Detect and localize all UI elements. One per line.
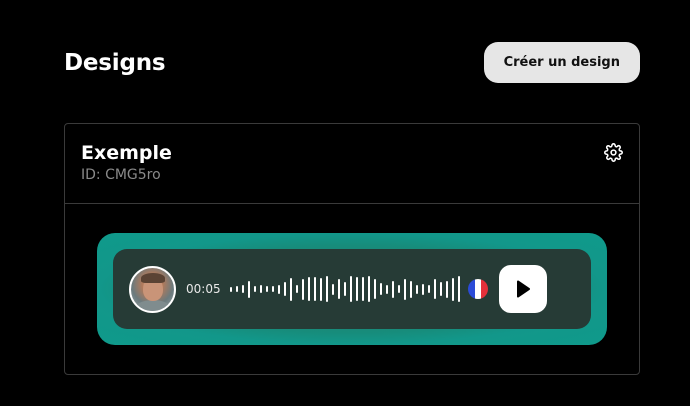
waveform-bar — [302, 278, 304, 300]
waveform-bar — [350, 276, 352, 302]
play-button[interactable] — [499, 265, 547, 313]
waveform-bar — [374, 279, 376, 299]
waveform-bar — [452, 277, 454, 301]
waveform-bar — [260, 285, 262, 293]
voice-message-preview: 00:05 — [97, 233, 607, 345]
waveform-bar — [392, 280, 394, 298]
waveform-bar — [308, 277, 310, 301]
waveform-bar — [338, 279, 340, 299]
france-flag-icon — [468, 279, 488, 299]
waveform-bar — [434, 279, 436, 299]
waveform-bar — [248, 280, 250, 298]
waveform-bar — [386, 284, 388, 294]
waveform-bar — [404, 278, 406, 300]
waveform-bar — [332, 283, 334, 295]
waveform-bar — [428, 285, 430, 293]
waveform-bar — [398, 285, 400, 293]
waveform-bar — [290, 277, 292, 301]
audio-waveform[interactable] — [230, 274, 460, 304]
audio-player: 00:05 — [113, 249, 591, 329]
waveform-bar — [326, 276, 328, 302]
waveform-bar — [320, 277, 322, 301]
design-id: ID: CMG5ro — [81, 167, 161, 183]
waveform-bar — [416, 284, 418, 294]
create-design-button[interactable]: Créer un design — [483, 42, 640, 83]
waveform-bar — [296, 285, 298, 293]
gear-icon[interactable] — [604, 143, 623, 162]
waveform-bar — [278, 284, 280, 294]
avatar — [129, 265, 176, 313]
waveform-bar — [254, 286, 256, 292]
waveform-bar — [272, 286, 274, 292]
page-header: Designs Créer un design — [64, 42, 640, 83]
waveform-bar — [410, 280, 412, 298]
waveform-bar — [344, 282, 346, 296]
waveform-bar — [236, 286, 238, 292]
waveform-bar — [458, 276, 460, 302]
waveform-bar — [380, 283, 382, 295]
design-card-header: Exemple ID: CMG5ro — [65, 124, 639, 204]
waveform-bar — [284, 282, 286, 296]
waveform-bar — [356, 277, 358, 301]
waveform-bar — [266, 286, 268, 292]
designs-page: Designs Créer un design Exemple ID: CMG5… — [0, 0, 690, 406]
waveform-bar — [314, 277, 316, 301]
page-title: Designs — [64, 49, 166, 76]
waveform-bar — [440, 282, 442, 296]
waveform-bar — [230, 286, 232, 292]
design-card[interactable]: Exemple ID: CMG5ro 00:05 — [64, 123, 640, 375]
play-icon — [517, 280, 530, 298]
waveform-bar — [422, 283, 424, 295]
waveform-bar — [446, 280, 448, 298]
waveform-bar — [242, 285, 244, 293]
waveform-bar — [362, 277, 364, 301]
design-title: Exemple — [81, 142, 172, 164]
audio-duration: 00:05 — [186, 282, 221, 296]
waveform-bar — [368, 276, 370, 302]
